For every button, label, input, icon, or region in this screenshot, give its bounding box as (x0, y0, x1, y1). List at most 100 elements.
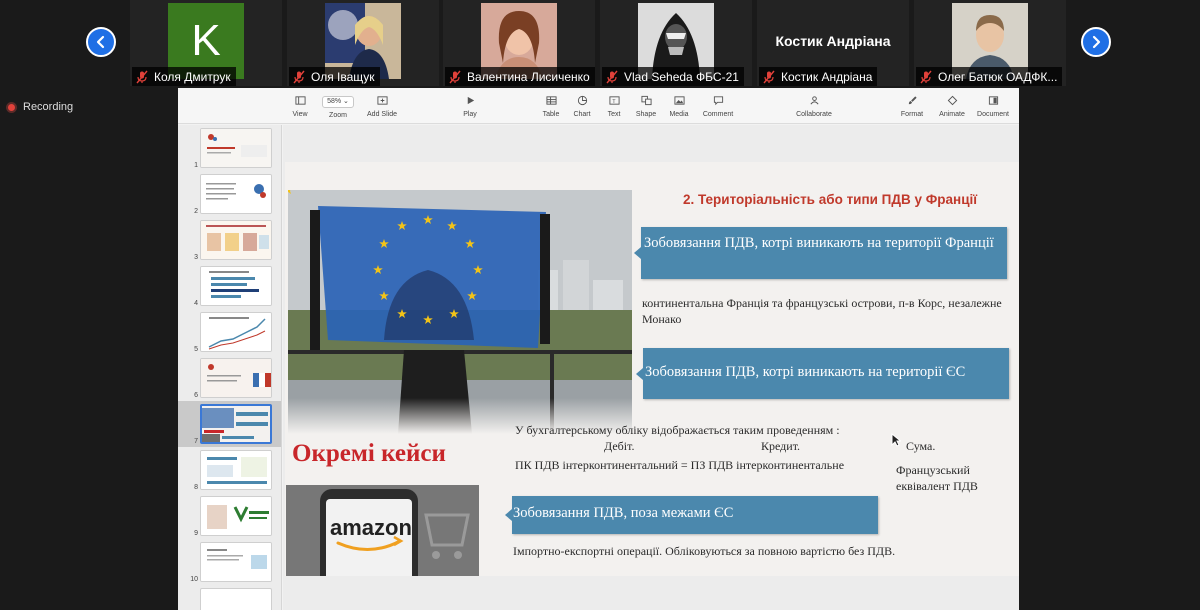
participant-name: Коля Дмитрук (154, 69, 231, 84)
slide-number: 3 (194, 254, 198, 261)
comment-button[interactable]: Comment (700, 95, 736, 118)
text-label: Text (607, 111, 621, 118)
slide-number: 4 (194, 300, 198, 307)
mic-muted-icon (136, 70, 148, 83)
slide-number: 6 (194, 392, 198, 399)
zoom-label: Zoom (329, 112, 347, 119)
document-label: Document (977, 111, 1009, 118)
slide-thumbnail[interactable]: 1 (178, 125, 281, 171)
mic-muted-icon (293, 70, 305, 83)
slide-thumbnail[interactable]: 9 (178, 493, 281, 539)
presentation-app: View 58% ⌄ Zoom Add Slide Play Table Cha… (178, 88, 1019, 610)
media-button[interactable]: Media (667, 95, 691, 118)
slide-number: 2 (194, 208, 198, 215)
slide-number: 5 (194, 346, 198, 353)
view-button[interactable]: View (290, 95, 310, 118)
slide-thumbnail[interactable]: 6 (178, 355, 281, 401)
debit-label: Дебіт. (604, 439, 635, 453)
slide-thumbnail[interactable]: 2 (178, 171, 281, 217)
participant-tile[interactable]: Оля Іващук (287, 0, 439, 86)
add-slide-label: Add Slide (367, 111, 397, 118)
slide-number: 9 (194, 530, 198, 537)
prev-participants-button[interactable] (86, 27, 116, 57)
amazon-logo-text: amazon (330, 515, 412, 540)
add-slide-button[interactable]: Add Slide (364, 95, 400, 118)
thumbnail-preview (200, 128, 272, 168)
comment-label: Comment (702, 111, 734, 118)
slide-thumbnail[interactable]: 10 (178, 539, 281, 585)
thumbnail-preview (200, 358, 272, 398)
format-label: Format (900, 111, 924, 118)
thumbnail-preview (200, 450, 272, 490)
participant-tile[interactable]: Костик Андріана Костик Андріана (757, 0, 909, 86)
participant-name: Олег Батюк ОАДФК... (938, 69, 1058, 84)
mic-muted-icon (449, 70, 461, 83)
collaborate-icon (792, 95, 836, 107)
format-button[interactable]: Format (899, 95, 925, 118)
mic-muted-icon (920, 70, 932, 83)
participant-tile[interactable]: Валентина Лисиченко (443, 0, 595, 86)
chevron-right-icon (1092, 35, 1101, 49)
credit-label: Кредит. (761, 439, 801, 453)
participant-display-name: Костик Андріана (775, 33, 891, 49)
shape-icon (633, 95, 659, 107)
document-icon (975, 95, 1011, 107)
next-participants-button[interactable] (1081, 27, 1111, 57)
play-icon (458, 95, 482, 107)
document-button[interactable]: Document (975, 95, 1011, 118)
amazon-photo: amazon (286, 485, 479, 576)
thumbnail-preview (200, 588, 272, 610)
participant-name-bar: Олег Батюк ОАДФК... (916, 67, 1063, 86)
participant-name-bar: Костик Андріана (759, 67, 878, 86)
text-icon: T (604, 95, 624, 107)
mouse-cursor-icon (891, 433, 901, 447)
table-icon (540, 95, 562, 107)
slide-thumbnail[interactable]: 3 (178, 217, 281, 263)
text-button[interactable]: T Text (604, 95, 624, 118)
shape-label: Shape (635, 111, 657, 118)
collaborate-button[interactable]: Collaborate (792, 95, 836, 118)
shape-button[interactable]: Shape (633, 95, 659, 118)
play-button[interactable]: Play (458, 95, 482, 118)
recording-indicator[interactable]: Recording (6, 101, 73, 113)
chart-label: Chart (573, 111, 591, 118)
recording-icon (6, 101, 17, 113)
participant-name-bar: Vlad Seheda ФБС-21 (602, 67, 744, 86)
table-button[interactable]: Table (540, 95, 562, 118)
participant-name: Костик Андріана (781, 69, 873, 84)
slide-thumbnail[interactable]: 8 (178, 447, 281, 493)
posting-line: У бухгалтерському обліку відображається … (515, 423, 840, 437)
slide-title: 2. Територіальність або типи ПДВ у Франц… (682, 192, 978, 207)
slide-thumbnail[interactable]: 4 (178, 263, 281, 309)
thumbnail-preview (200, 312, 272, 352)
participant-name: Оля Іващук (311, 69, 375, 84)
table-label: Table (542, 111, 560, 118)
slide-number: 1 (194, 162, 198, 169)
slide-canvas: 2. Територіальність або типи ПДВ у Франц… (283, 125, 1019, 610)
participant-name: Валентина Лисиченко (467, 69, 590, 84)
zoom-value[interactable]: 58% ⌄ (322, 96, 354, 108)
add-slide-icon (364, 95, 400, 107)
participant-tile[interactable]: Олег Батюк ОАДФК... (914, 0, 1066, 86)
animate-button[interactable]: Animate (937, 95, 967, 118)
participant-tile[interactable]: K Коля Дмитрук (130, 0, 282, 86)
ribbon-france: Зобовязання ПДВ, котрі виникають на тери… (634, 227, 1007, 279)
media-label: Media (669, 111, 689, 118)
participant-name: Vlad Seheda ФБС-21 (624, 69, 739, 84)
thumbnail-preview (200, 220, 272, 260)
slide-thumbnail-selected[interactable]: 7 (178, 401, 281, 447)
slide-thumbnail[interactable]: 5 (178, 309, 281, 355)
slide[interactable]: 2. Територіальність або типи ПДВ у Франц… (285, 162, 1019, 576)
media-icon (667, 95, 691, 107)
cases-heading: Окремі кейси (292, 440, 446, 467)
slide-thumbnail[interactable] (178, 585, 281, 610)
zoom-control[interactable]: 58% ⌄ Zoom (320, 96, 356, 119)
participant-strip: K Коля Дмитрук Оля Іващук Валентина Лиси… (0, 0, 1200, 86)
slide-number: 10 (190, 576, 198, 583)
participant-tile[interactable]: Vlad Seheda ФБС-21 (600, 0, 752, 86)
view-icon (290, 95, 310, 107)
posting-formula: ПК ПДВ інтерконтинентальний = ПЗ ПДВ інт… (515, 458, 845, 472)
comment-icon (700, 95, 736, 107)
chart-button[interactable]: Chart (571, 95, 593, 118)
thumbnail-preview (200, 404, 272, 444)
